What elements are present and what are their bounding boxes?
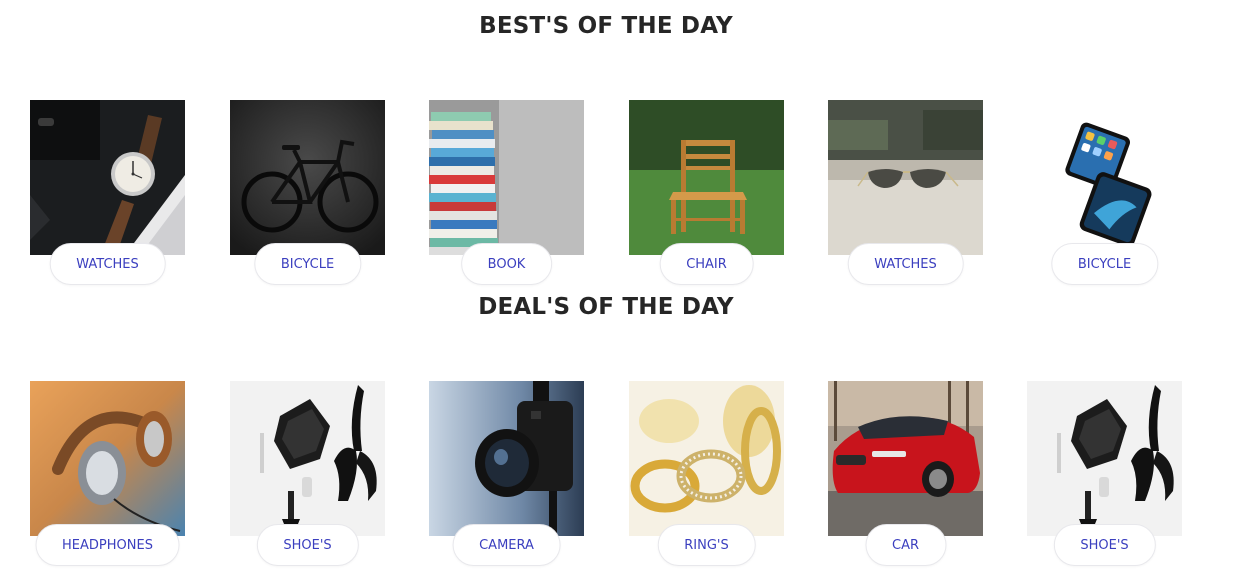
category-button-camera[interactable]: CAMERA [452,524,561,566]
product-card-camera[interactable]: CAMERA [429,381,584,569]
category-button-bicycle[interactable]: BICYCLE [253,243,362,285]
bicycle-image[interactable] [230,100,385,255]
wooden-chair-image[interactable] [629,100,784,255]
category-button-rings[interactable]: RING'S [657,524,756,566]
category-button-shoes[interactable]: SHOE'S [256,524,359,566]
book-stack-image[interactable] [429,100,584,255]
high-heels-and-bag-image[interactable] [230,381,385,536]
product-card-watches-2[interactable]: WATCHES [828,100,983,288]
category-button-headphones[interactable]: HEADPHONES [35,524,180,566]
product-card-shoes[interactable]: SHOE'S [230,381,385,569]
category-button-car[interactable]: CAR [864,524,947,566]
deals-of-the-day-row: HEADPHONES SHOE'S CAMERA RING'S CAR SHOE… [0,381,1239,581]
deals-of-the-day-heading: DEAL'S OF THE DAY [478,294,734,320]
category-button-watches[interactable]: WATCHES [49,243,166,285]
headphones-image[interactable] [30,381,185,536]
category-button-watches-2[interactable]: WATCHES [847,243,964,285]
product-card-chair[interactable]: CHAIR [629,100,784,288]
red-car-image[interactable] [828,381,983,536]
product-card-bicycle-2[interactable]: BICYCLE [1027,100,1182,288]
wristwatch-image[interactable] [30,100,185,255]
product-card-book[interactable]: BOOK [429,100,584,288]
product-card-rings[interactable]: RING'S [629,381,784,569]
product-card-bicycle[interactable]: BICYCLE [230,100,385,288]
product-card-headphones[interactable]: HEADPHONES [30,381,185,569]
product-card-shoes-2[interactable]: SHOE'S [1027,381,1182,569]
best-of-the-day-heading: BEST'S OF THE DAY [479,13,733,39]
gold-rings-image[interactable] [629,381,784,536]
category-button-chair[interactable]: CHAIR [659,243,754,285]
product-card-watches[interactable]: WATCHES [30,100,185,288]
smartphones-image[interactable] [1027,100,1182,255]
camera-image[interactable] [429,381,584,536]
high-heels-and-bag-image[interactable] [1027,381,1182,536]
category-button-shoes-2[interactable]: SHOE'S [1053,524,1156,566]
category-button-book[interactable]: BOOK [460,243,553,285]
product-card-car[interactable]: CAR [828,381,983,569]
category-button-bicycle-2[interactable]: BICYCLE [1050,243,1159,285]
sunglasses-image[interactable] [828,100,983,255]
best-of-the-day-row: WATCHES BICYCLE BOOK CHAIR WATCHES BICYC… [0,100,1239,300]
